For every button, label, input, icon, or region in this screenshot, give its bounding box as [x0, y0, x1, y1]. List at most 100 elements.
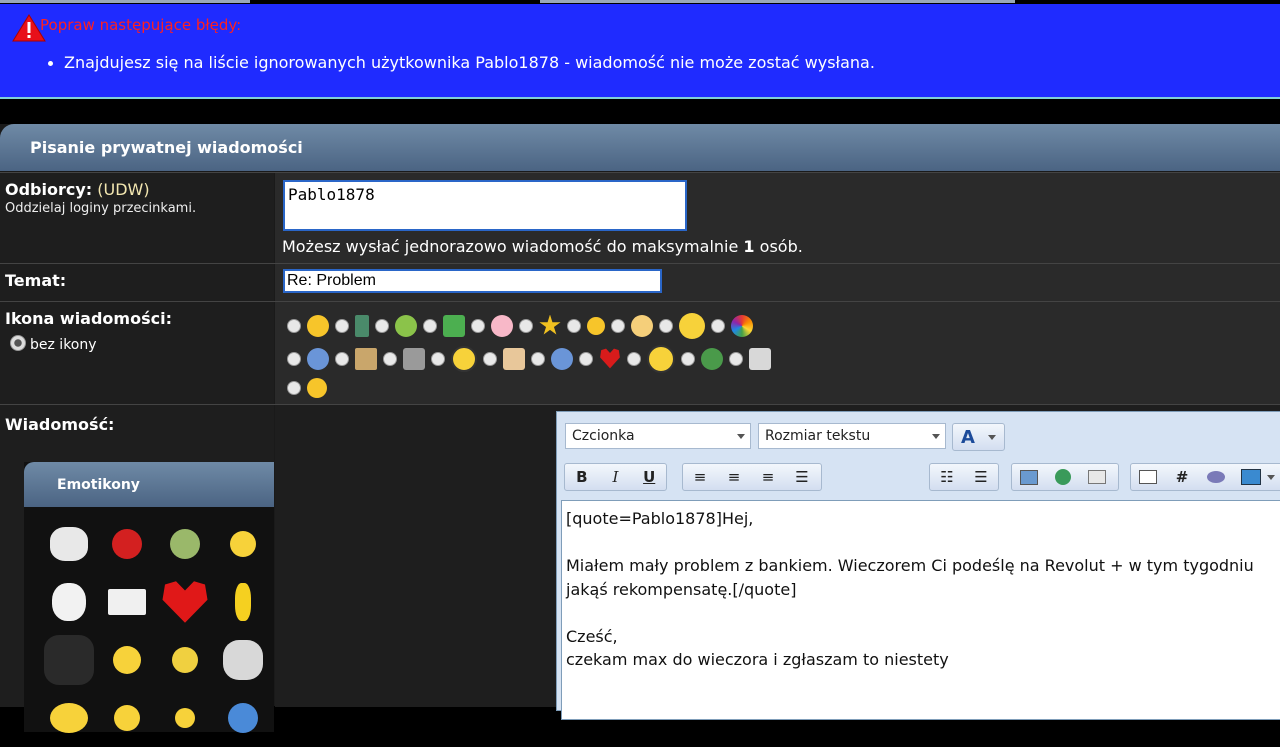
- recipients-field[interactable]: Pablo1878: [283, 180, 687, 231]
- message-textarea[interactable]: [quote=Pablo1878]Hej, Miałem mały proble…: [561, 500, 1280, 720]
- radio-button[interactable]: [627, 351, 641, 366]
- align-left-icon[interactable]: ≡: [683, 464, 717, 490]
- link-globe-icon[interactable]: [1046, 464, 1080, 490]
- emoticon-laughing-yellow[interactable]: [40, 689, 98, 747]
- tongue-icon: [395, 314, 417, 337]
- no-icon-option[interactable]: bez ikony: [10, 335, 97, 353]
- subject-input[interactable]: [283, 269, 662, 293]
- italic-button[interactable]: I: [599, 464, 633, 490]
- radio-button[interactable]: [335, 318, 349, 333]
- icon-option-heart[interactable]: [579, 348, 621, 370]
- radio-button[interactable]: [659, 318, 673, 333]
- radio-button[interactable]: [681, 351, 695, 366]
- icon-option-info[interactable]: [531, 347, 573, 370]
- poker-face-icon: [52, 583, 86, 621]
- emoticon-fuck-yea[interactable]: [40, 631, 98, 689]
- emoticon-grin-yellow[interactable]: [98, 689, 156, 747]
- radio-button[interactable]: [287, 380, 301, 395]
- icon-option-smile[interactable]: [287, 314, 329, 337]
- icon-option-exclamation[interactable]: [627, 344, 675, 373]
- emoticon-nerd-glasses[interactable]: [156, 631, 214, 689]
- quote-icon[interactable]: [1131, 464, 1165, 490]
- icon-option-wink-big[interactable]: [659, 312, 705, 339]
- max-count: 1: [743, 237, 755, 256]
- align-center-icon[interactable]: ≡: [717, 464, 751, 490]
- max-prefix: Możesz wysłać jednorazowo wiadomość do m…: [282, 237, 739, 256]
- icon-option-question[interactable]: [287, 347, 329, 370]
- radio-button[interactable]: [483, 351, 497, 366]
- radio-button[interactable]: [471, 318, 485, 333]
- recipients-row: Odbiorcy: (UDW) Oddzielaj loginy przecin…: [0, 172, 1280, 263]
- emoticon-troll-face[interactable]: [40, 515, 98, 573]
- icon-option-pink-blob[interactable]: [471, 314, 513, 337]
- radio-button[interactable]: [531, 351, 545, 366]
- align-right-icon[interactable]: ≡: [751, 464, 785, 490]
- icon-option-picture[interactable]: [335, 347, 377, 370]
- radio-button[interactable]: [431, 351, 445, 366]
- radio-button[interactable]: [287, 318, 301, 333]
- grin-icon: [307, 377, 327, 398]
- smile-icon: [307, 314, 329, 337]
- icon-option-thumbs-up[interactable]: [423, 314, 465, 337]
- sun-badge-icon: [631, 314, 653, 337]
- video-icon[interactable]: [1233, 464, 1280, 490]
- radio-button[interactable]: [375, 318, 389, 333]
- radio-button[interactable]: [335, 351, 349, 366]
- radio-button[interactable]: [519, 318, 533, 333]
- icon-option-tongue[interactable]: [375, 314, 417, 337]
- radio-button[interactable]: [579, 351, 593, 366]
- emoticon-big-heart[interactable]: [156, 573, 214, 631]
- emoticon-banana[interactable]: [214, 573, 272, 631]
- icon-option-star[interactable]: [519, 314, 561, 337]
- icon-option-smile-small[interactable]: [567, 316, 605, 335]
- icon-option-cake[interactable]: [483, 347, 525, 370]
- email-icon[interactable]: [1080, 464, 1114, 490]
- emoticon-dancing-smiley[interactable]: [98, 631, 156, 689]
- error-list: Znajdujesz się na liście ignorowanych uż…: [46, 53, 875, 72]
- emoticon-sad-blue[interactable]: [214, 689, 272, 747]
- image-icon[interactable]: [1012, 464, 1046, 490]
- emoticon-sick-green[interactable]: [156, 515, 214, 573]
- icon-option-grin[interactable]: [287, 377, 327, 398]
- radio-button[interactable]: [711, 318, 725, 333]
- emoticon-rage-face[interactable]: [214, 631, 272, 689]
- icon-option-box[interactable]: [729, 347, 771, 370]
- radio-button[interactable]: [611, 318, 625, 333]
- radio-button[interactable]: [287, 351, 301, 366]
- compose-panel: Pisanie prywatnej wiadomości Odbiorcy: (…: [0, 124, 1280, 733]
- radio-button[interactable]: [567, 318, 581, 333]
- emoticon-dizzy-yellow[interactable]: [214, 515, 272, 573]
- max-suffix: osób.: [759, 237, 803, 256]
- emoticon-off-topic-sign[interactable]: [98, 573, 156, 631]
- emoticon-smile-small[interactable]: [156, 689, 214, 747]
- bold-button[interactable]: B: [565, 464, 599, 490]
- hash-icon[interactable]: #: [1165, 464, 1199, 490]
- icon-option-lightbulb[interactable]: [431, 345, 477, 372]
- message-icon-row: Ikona wiadomości: bez ikony: [0, 301, 1280, 404]
- radio-button[interactable]: [423, 318, 437, 333]
- size-select[interactable]: Rozmiar tekstu: [758, 423, 946, 449]
- icon-option-rainbow[interactable]: [711, 314, 753, 337]
- icon-option-bug[interactable]: [681, 347, 723, 370]
- php-icon[interactable]: [1199, 464, 1233, 490]
- no-icon-radio[interactable]: [10, 335, 26, 351]
- ordered-list-icon[interactable]: ☷: [930, 464, 964, 490]
- align-justify-icon[interactable]: ☰: [785, 464, 819, 490]
- icon-option-film[interactable]: [335, 314, 369, 337]
- icon-option-sun-badge[interactable]: [611, 314, 653, 337]
- text-color-button[interactable]: A: [952, 423, 1005, 451]
- emoticon-poker-face[interactable]: [40, 573, 98, 631]
- font-select[interactable]: Czcionka: [565, 423, 751, 449]
- emoticons-title: Emotikony: [24, 462, 274, 507]
- unordered-list-icon[interactable]: ☰: [964, 464, 998, 490]
- angry-red-icon: [112, 529, 142, 559]
- emoticon-angry-red[interactable]: [98, 515, 156, 573]
- underline-button[interactable]: U: [632, 464, 666, 490]
- udw-link[interactable]: (UDW): [97, 180, 149, 199]
- subject-label-cell: Temat:: [0, 264, 274, 301]
- list-group: ☷ ☰: [929, 463, 999, 491]
- recipients-value-cell: Pablo1878 Możesz wysłać jednorazowo wiad…: [275, 173, 1280, 263]
- radio-button[interactable]: [383, 351, 397, 366]
- radio-button[interactable]: [729, 351, 743, 366]
- icon-option-music[interactable]: [383, 347, 425, 370]
